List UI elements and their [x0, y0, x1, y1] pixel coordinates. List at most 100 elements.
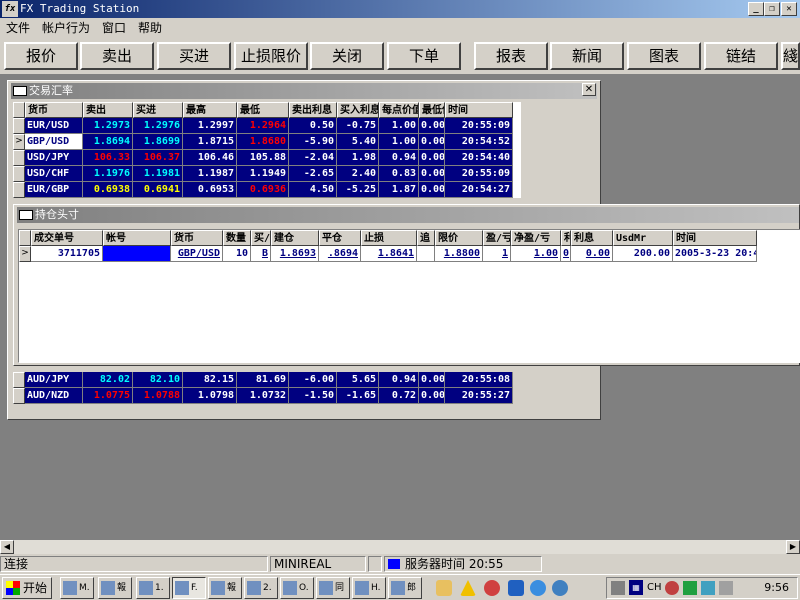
- rate-cell-sell[interactable]: 1.1976: [83, 166, 133, 182]
- rate-cell-buy_int[interactable]: -0.75: [337, 118, 379, 134]
- position-cell-side[interactable]: B: [251, 246, 271, 262]
- rate-cell-buy_int[interactable]: 2.40: [337, 166, 379, 182]
- rate-cell-pip[interactable]: 0.83: [379, 166, 419, 182]
- position-cell-time[interactable]: 2005-3-23 20:49: [673, 246, 757, 262]
- quicklaunch-icon[interactable]: [460, 580, 476, 596]
- menu-file[interactable]: 文件: [0, 18, 36, 38]
- rate-cell-buy[interactable]: 1.0788: [133, 388, 183, 404]
- position-cell-limit[interactable]: 1.8800: [435, 246, 483, 262]
- rate-cell-pip[interactable]: 1.00: [379, 118, 419, 134]
- quicklaunch-icon[interactable]: [436, 580, 452, 596]
- col-header[interactable]: 平仓: [319, 230, 361, 246]
- rate-cell-sell_int[interactable]: -6.00: [289, 372, 337, 388]
- stop-limit-button[interactable]: 止损限价: [234, 42, 308, 70]
- clock[interactable]: 9:56: [764, 581, 789, 594]
- position-cell-account[interactable]: [103, 246, 171, 262]
- rate-cell-time[interactable]: 20:55:09: [445, 118, 513, 134]
- taskbar-button[interactable]: F.: [172, 577, 206, 599]
- rate-cell-time[interactable]: 20:54:52: [445, 134, 513, 150]
- rate-cell-margin[interactable]: 0.00: [419, 134, 445, 150]
- rate-cell-buy_int[interactable]: -5.25: [337, 182, 379, 198]
- rates-window-caption[interactable]: 交易汇率: [11, 83, 597, 99]
- col-header[interactable]: UsdMr: [613, 230, 673, 246]
- rate-cell-low[interactable]: 1.1949: [237, 166, 289, 182]
- rate-cell-margin[interactable]: 0.00: [419, 388, 445, 404]
- menu-help[interactable]: 帮助: [132, 18, 168, 38]
- rate-cell-margin[interactable]: 0.00: [419, 372, 445, 388]
- position-cell-int[interactable]: 0.00: [571, 246, 613, 262]
- rate-cell-sell[interactable]: 106.33: [83, 150, 133, 166]
- rate-cell-sym[interactable]: AUD/NZD: [25, 388, 83, 404]
- col-header[interactable]: 最低: [237, 102, 289, 118]
- rate-cell-buy[interactable]: 0.6941: [133, 182, 183, 198]
- row-selector[interactable]: >: [19, 246, 31, 262]
- rate-cell-high[interactable]: 1.0798: [183, 388, 237, 404]
- scroll-right-arrow-icon[interactable]: ▶: [786, 540, 800, 554]
- rate-cell-sym[interactable]: EUR/USD: [25, 118, 83, 134]
- col-header[interactable]: 卖出: [83, 102, 133, 118]
- position-cell-pl[interactable]: 1: [483, 246, 511, 262]
- col-header[interactable]: 止损: [361, 230, 417, 246]
- quote-button[interactable]: 报价: [4, 42, 78, 70]
- rate-cell-sell_int[interactable]: 4.50: [289, 182, 337, 198]
- language-indicator[interactable]: CH: [647, 582, 662, 593]
- col-header[interactable]: 最低保证金: [419, 102, 445, 118]
- taskbar-button[interactable]: 2.: [244, 577, 278, 599]
- rate-cell-sell_int[interactable]: 0.50: [289, 118, 337, 134]
- links-button[interactable]: 链结: [704, 42, 778, 70]
- rate-cell-sym[interactable]: AUD/JPY: [25, 372, 83, 388]
- rate-cell-margin[interactable]: 0.00: [419, 182, 445, 198]
- quicklaunch-icon[interactable]: [484, 580, 500, 596]
- rate-cell-sym[interactable]: USD/CHF: [25, 166, 83, 182]
- network-icon[interactable]: [683, 581, 697, 595]
- ime-icon[interactable]: ▦: [629, 580, 643, 595]
- rate-cell-high[interactable]: 1.2997: [183, 118, 237, 134]
- rate-row[interactable]: USD/CHF 1.1976 1.1981 1.1987 1.1949 -2.65 2.40…: [13, 166, 521, 182]
- col-header[interactable]: 数量: [223, 230, 251, 246]
- rate-cell-margin[interactable]: 0.00: [419, 118, 445, 134]
- rate-cell-low[interactable]: 81.69: [237, 372, 289, 388]
- start-button[interactable]: 开始: [2, 577, 52, 599]
- position-cell-sym[interactable]: GBP/USD: [171, 246, 223, 262]
- rate-cell-pip[interactable]: 1.87: [379, 182, 419, 198]
- rate-row[interactable]: EUR/GBP 0.6938 0.6941 0.6953 0.6936 4.50 -5.25…: [13, 182, 521, 198]
- col-header[interactable]: 成交单号: [31, 230, 103, 246]
- position-cell-gross[interactable]: 1.00: [511, 246, 561, 262]
- col-header[interactable]: 帐号: [103, 230, 171, 246]
- rate-cell-high[interactable]: 0.6953: [183, 182, 237, 198]
- rate-cell-high[interactable]: 1.8715: [183, 134, 237, 150]
- col-header[interactable]: 时间: [673, 230, 757, 246]
- more-button[interactable]: 綫: [781, 42, 800, 70]
- rate-cell-buy[interactable]: 82.10: [133, 372, 183, 388]
- rate-cell-sell_int[interactable]: -1.50: [289, 388, 337, 404]
- taskbar-button[interactable]: 同: [316, 577, 350, 599]
- position-cell-open[interactable]: 1.8693: [271, 246, 319, 262]
- rates-close-button[interactable]: ✕: [582, 83, 596, 96]
- row-selector[interactable]: [13, 372, 25, 388]
- restore-button[interactable]: ❐: [764, 2, 780, 16]
- position-cell-close[interactable]: .8694: [319, 246, 361, 262]
- col-header[interactable]: 买入利息: [337, 102, 379, 118]
- close-position-button[interactable]: 关闭: [310, 42, 384, 70]
- volume-icon[interactable]: [611, 581, 625, 595]
- rate-cell-time[interactable]: 20:54:40: [445, 150, 513, 166]
- position-cell-com[interactable]: 0: [561, 246, 571, 262]
- col-header[interactable]: 利: [561, 230, 571, 246]
- col-header[interactable]: 建仓: [271, 230, 319, 246]
- rate-cell-time[interactable]: 20:55:27: [445, 388, 513, 404]
- row-selector[interactable]: [13, 150, 25, 166]
- taskbar-button[interactable]: 報: [208, 577, 242, 599]
- minimize-button[interactable]: _: [748, 2, 764, 16]
- rate-cell-sell[interactable]: 0.6938: [83, 182, 133, 198]
- row-selector[interactable]: [13, 166, 25, 182]
- col-header[interactable]: 买进: [133, 102, 183, 118]
- col-header[interactable]: 限价: [435, 230, 483, 246]
- rate-cell-buy_int[interactable]: 5.40: [337, 134, 379, 150]
- col-header[interactable]: 时间: [445, 102, 513, 118]
- position-cell-stop[interactable]: 1.8641: [361, 246, 417, 262]
- col-header[interactable]: 买/卖: [251, 230, 271, 246]
- menu-account-actions[interactable]: 帐户行为: [36, 18, 96, 38]
- col-header[interactable]: 货币: [25, 102, 83, 118]
- rate-cell-sell[interactable]: 1.8694: [83, 134, 133, 150]
- menu-window[interactable]: 窗口: [96, 18, 132, 38]
